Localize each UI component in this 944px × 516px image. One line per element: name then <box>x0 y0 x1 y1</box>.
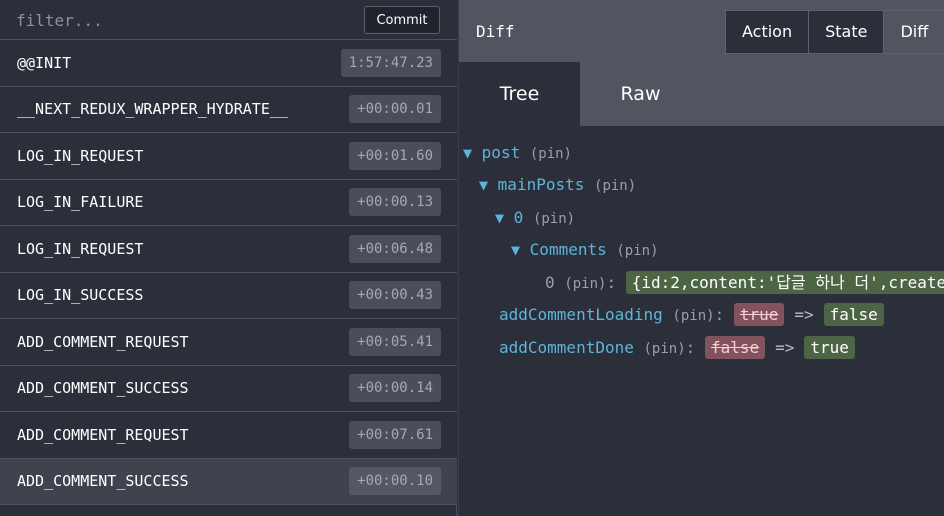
colon: : <box>714 305 725 324</box>
filter-input[interactable] <box>4 4 354 36</box>
action-name: LOG_IN_FAILURE <box>17 193 144 212</box>
action-row[interactable]: ADD_COMMENT_SUCCESS +00:00.10 <box>0 458 457 505</box>
action-name: LOG_IN_SUCCESS <box>17 286 144 305</box>
sub-tabs: Tree Raw <box>459 62 944 126</box>
inspector-header: Diff Action State Diff <box>459 0 944 62</box>
inspector-title: Diff <box>476 22 515 41</box>
view-tabs: Action State Diff <box>725 10 944 54</box>
expand-arrow-icon[interactable]: ▼ <box>511 241 520 259</box>
action-row[interactable]: LOG_IN_REQUEST +00:01.60 <box>0 133 457 180</box>
tree-key: post <box>481 143 521 162</box>
action-timestamp[interactable]: +00:07.61 <box>349 420 441 449</box>
commit-button[interactable]: Commit <box>364 6 440 34</box>
action-row[interactable]: LOG_IN_REQUEST +00:06.48 <box>0 226 457 273</box>
action-timestamp[interactable]: +00:00.01 <box>349 95 441 124</box>
diff-arrow: => <box>794 305 814 324</box>
pin-link[interactable]: (pin) <box>594 178 636 194</box>
action-timestamp[interactable]: +00:05.41 <box>349 327 441 356</box>
action-name: LOG_IN_REQUEST <box>17 239 144 258</box>
diff-arrow: => <box>775 338 795 357</box>
added-value: false <box>823 303 884 326</box>
tree-node-mainposts[interactable]: ▼ mainPosts (pin) <box>479 170 636 200</box>
tab-raw[interactable]: Raw <box>580 62 701 126</box>
tree-key: addCommentDone <box>499 338 634 357</box>
pin-link[interactable]: (pin) <box>616 243 658 259</box>
action-name: ADD_COMMENT_REQUEST <box>17 332 189 351</box>
action-list: @@INIT 1:57:47.23 __NEXT_REDUX_WRAPPER_HYD… <box>0 40 457 505</box>
tab-state[interactable]: State <box>809 10 885 54</box>
action-row[interactable]: ADD_COMMENT_REQUEST +00:07.61 <box>0 412 457 459</box>
tab-diff[interactable]: Diff <box>884 10 944 54</box>
pin-link[interactable]: (pin) <box>644 341 686 357</box>
action-timestamp[interactable]: +00:00.10 <box>349 467 441 496</box>
tree-node-comments[interactable]: ▼ Comments (pin) <box>511 235 659 265</box>
action-row[interactable]: LOG_IN_FAILURE +00:00.13 <box>0 179 457 226</box>
filter-bar: Commit <box>0 0 457 40</box>
action-name: ADD_COMMENT_SUCCESS <box>17 472 189 491</box>
action-name: ADD_COMMENT_REQUEST <box>17 425 189 444</box>
action-row[interactable]: __NEXT_REDUX_WRAPPER_HYDRATE__ +00:00.01 <box>0 86 457 133</box>
tab-tree[interactable]: Tree <box>459 62 580 126</box>
added-value: {id:2,content:'답글 하나 더',createdAt: <box>625 271 944 294</box>
action-timestamp[interactable]: 1:57:47.23 <box>340 48 441 77</box>
action-timestamp[interactable]: +00:00.13 <box>349 188 441 217</box>
diff-tree: ▼ post (pin) ▼ mainPosts (pin) ▼ 0 (pin)… <box>459 126 944 516</box>
tab-action[interactable]: Action <box>725 10 810 54</box>
action-row[interactable]: @@INIT 1:57:47.23 <box>0 40 457 87</box>
tree-node-post[interactable]: ▼ post (pin) <box>463 138 572 168</box>
tree-key: Comments <box>529 240 607 259</box>
pin-link[interactable]: (pin) <box>533 211 575 227</box>
tree-node-addcommentloading: addCommentLoading (pin): true => false <box>499 300 884 330</box>
inspector-panel: Diff Action State Diff Tree Raw ▼ post (… <box>458 0 944 516</box>
colon: : <box>685 338 696 357</box>
tree-key: 0 <box>513 208 524 227</box>
action-row[interactable]: ADD_COMMENT_SUCCESS +00:00.14 <box>0 365 457 412</box>
removed-value: false <box>704 336 766 359</box>
tree-key: mainPosts <box>497 175 585 194</box>
tree-key: 0 <box>545 273 555 292</box>
tree-node-index-0[interactable]: ▼ 0 (pin) <box>495 203 575 233</box>
action-row[interactable]: LOG_IN_SUCCESS +00:00.43 <box>0 272 457 319</box>
removed-value: true <box>733 303 785 326</box>
tree-node-comment-0: 0 (pin): {id:2,content:'답글 하나 더',created… <box>545 268 944 298</box>
colon: : <box>606 273 617 292</box>
pin-link[interactable]: (pin) <box>672 308 714 324</box>
pin-link[interactable]: (pin) <box>564 276 606 292</box>
expand-arrow-icon[interactable]: ▼ <box>463 144 472 162</box>
action-list-panel: Commit @@INIT 1:57:47.23 __NEXT_REDUX_WRAP… <box>0 0 457 516</box>
action-name: ADD_COMMENT_SUCCESS <box>17 379 189 398</box>
expand-arrow-icon[interactable]: ▼ <box>479 176 488 194</box>
action-name: __NEXT_REDUX_WRAPPER_HYDRATE__ <box>17 100 288 119</box>
added-value: true <box>804 336 855 359</box>
action-row[interactable]: ADD_COMMENT_REQUEST +00:05.41 <box>0 319 457 366</box>
action-timestamp[interactable]: +00:00.14 <box>349 374 441 403</box>
action-timestamp[interactable]: +00:00.43 <box>349 281 441 310</box>
action-timestamp[interactable]: +00:06.48 <box>349 234 441 263</box>
pin-link[interactable]: (pin) <box>530 146 572 162</box>
tree-key: addCommentLoading <box>499 305 663 324</box>
action-name: @@INIT <box>17 53 72 72</box>
tree-node-addcommentdone: addCommentDone (pin): false => true <box>499 333 855 363</box>
action-name: LOG_IN_REQUEST <box>17 146 144 165</box>
action-timestamp[interactable]: +00:01.60 <box>349 141 441 170</box>
expand-arrow-icon[interactable]: ▼ <box>495 209 504 227</box>
